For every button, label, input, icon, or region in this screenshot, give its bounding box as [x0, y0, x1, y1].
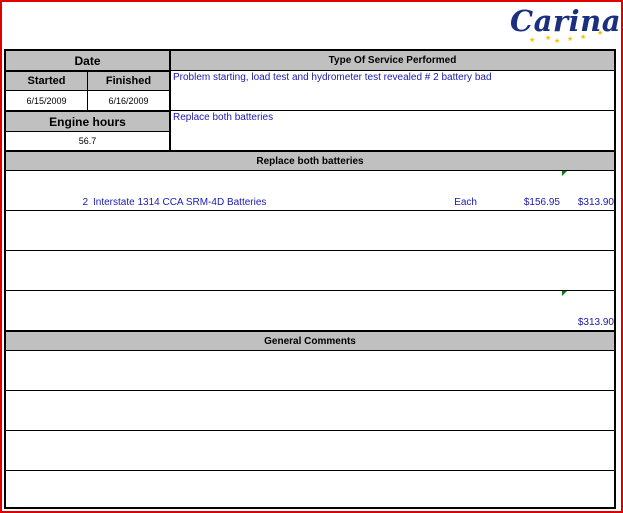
logo-star-icon: ★ [580, 34, 587, 41]
engine-hours-header: Engine hours [6, 112, 169, 131]
logo-star-icon: ★ [529, 37, 536, 44]
line-item-unit-price: $156.95 [523, 197, 560, 208]
divider [6, 210, 614, 211]
logo-text: Carina [510, 4, 622, 38]
comment-row[interactable] [6, 351, 614, 390]
line-item-description: Interstate 1314 CCA SRM-4D Batteries [93, 197, 267, 208]
engine-hours-value: 56.7 [78, 136, 97, 146]
comment-indicator-icon [562, 291, 567, 296]
parts-header: Replace both batteries [6, 152, 614, 170]
service-description: Problem starting, load test and hydromet… [173, 72, 492, 83]
service-action: Replace both batteries [173, 112, 274, 123]
grand-total: $313.90 [577, 317, 614, 328]
comment-row[interactable] [6, 431, 614, 470]
started-label: Started [6, 72, 87, 90]
divider [171, 70, 614, 71]
comment-row[interactable] [6, 391, 614, 430]
general-comments-header: General Comments [6, 332, 614, 350]
started-date: 6/15/2009 [26, 96, 67, 106]
service-type-header: Type Of Service Performed [171, 51, 614, 70]
logo-star-icon: ★ [597, 30, 604, 37]
divider [6, 290, 614, 291]
divider [6, 170, 614, 171]
logo-star-icon: ★ [567, 36, 574, 43]
comment-row[interactable] [6, 471, 614, 507]
line-item-total: $313.90 [577, 197, 614, 208]
line-item-qty: 2 [82, 197, 88, 208]
comment-indicator-icon [562, 171, 567, 176]
service-record-sheet: Date Started Finished 6/15/2009 6/16/200… [4, 49, 616, 509]
line-item-unit: Each [454, 197, 477, 208]
date-header: Date [6, 51, 169, 70]
logo-star-icon: ★ [545, 35, 552, 42]
divider [6, 250, 614, 251]
carina-logo: Carina ★ ★ ★ ★ ★ ★ [507, 4, 621, 46]
logo-star-icon: ★ [554, 38, 561, 45]
finished-date: 6/16/2009 [108, 96, 149, 106]
divider [171, 110, 614, 111]
finished-label: Finished [88, 72, 169, 90]
